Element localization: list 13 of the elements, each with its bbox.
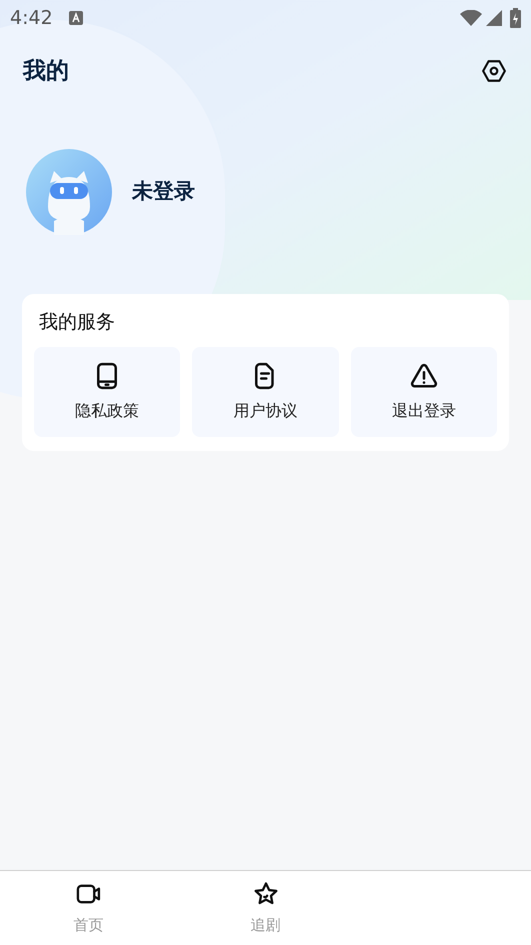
login-status: 未登录	[132, 178, 195, 206]
settings-button[interactable]	[480, 57, 508, 85]
wifi-icon	[460, 10, 482, 26]
section-title: 我的服务	[38, 310, 116, 335]
settings-icon	[481, 58, 507, 84]
service-tile[interactable]: 退出登录	[350, 346, 497, 436]
status-time: 4:42	[10, 6, 53, 31]
service-tile[interactable]: 用户协议	[192, 346, 339, 436]
keyboard-indicator-icon	[68, 11, 83, 25]
page-title: 我的	[23, 56, 69, 86]
battery-icon	[510, 8, 521, 28]
signal-icon	[486, 10, 502, 26]
service-tile[interactable]: 隐私政策	[34, 346, 180, 436]
